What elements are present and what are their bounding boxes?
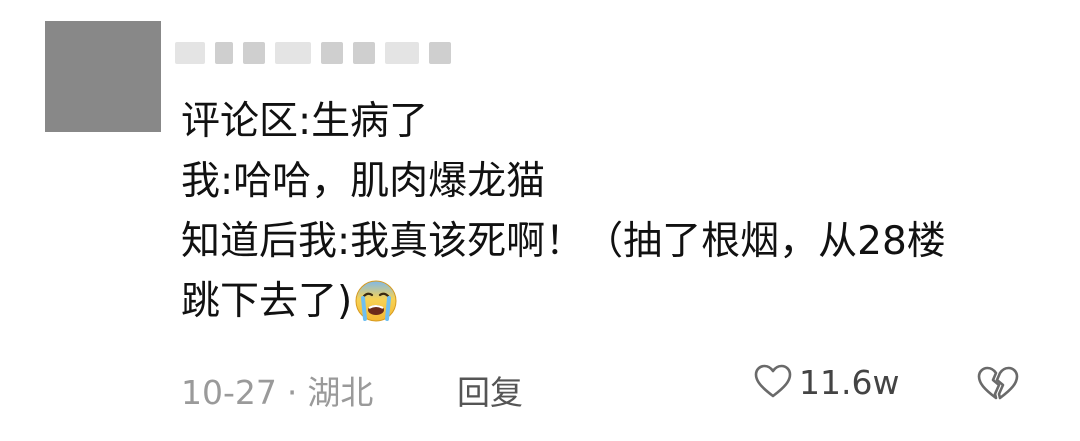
comment-line-text: 跳下去了) (181, 279, 353, 324)
comment-card: 评论区:生病了 我:哈哈，肌肉爆龙猫 知道后我:我真该死啊！（抽了根烟，从28楼… (0, 0, 1080, 441)
comment-meta: 10-27 · 湖北 (181, 366, 373, 414)
broken-heart-icon (976, 364, 1020, 404)
comment-line-last: 跳下去了) (181, 272, 1041, 332)
reply-button[interactable]: 回复 (457, 366, 523, 414)
crying-face-icon (354, 279, 398, 323)
comment-footer: 10-27 · 湖北 回复 11.6w (181, 360, 1041, 414)
comment-location: 湖北 (307, 373, 374, 412)
dislike-button[interactable] (976, 364, 1020, 404)
comment-line: 知道后我:我真该死啊！（抽了根烟，从28楼 (181, 219, 946, 264)
like-button[interactable]: 11.6w (753, 362, 899, 402)
comment-line: 我:哈哈，肌肉爆龙猫 (181, 159, 546, 204)
heart-icon (753, 362, 793, 402)
comment-date: 10-27 (181, 373, 277, 412)
like-count: 11.6w (799, 362, 900, 402)
comment-line: 评论区:生病了 (181, 99, 429, 144)
separator-dot: · (286, 373, 298, 412)
avatar[interactable] (45, 21, 161, 132)
username-redacted[interactable] (175, 38, 451, 68)
comment-body: 评论区:生病了 我:哈哈，肌肉爆龙猫 知道后我:我真该死啊！（抽了根烟，从28楼… (181, 92, 1041, 332)
